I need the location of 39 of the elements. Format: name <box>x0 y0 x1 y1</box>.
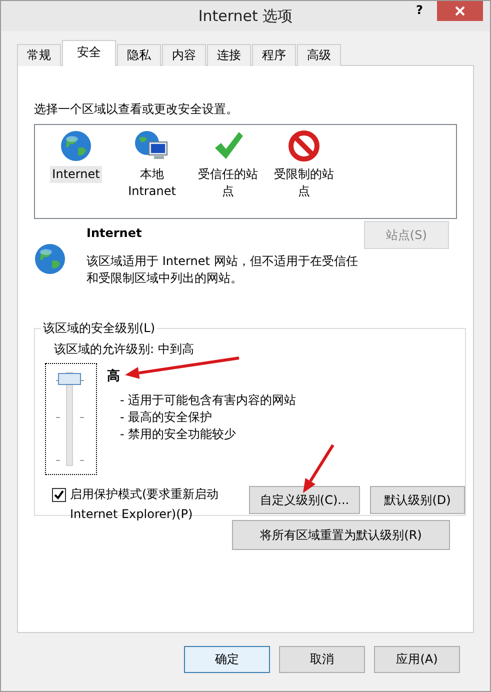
slider-thumb[interactable] <box>58 373 81 385</box>
dialog-button[interactable]: 取消 <box>279 646 365 673</box>
zone-name: Internet <box>86 225 143 241</box>
instruction-text: 选择一个区域以查看或更改安全设置。 <box>34 102 238 116</box>
tab[interactable]: 隐私 <box>117 44 161 66</box>
security-level-slider[interactable] <box>45 363 97 475</box>
tab[interactable]: 内容 <box>162 44 206 66</box>
custom-level-button[interactable]: 自定义级别(C)... <box>249 486 360 514</box>
globe-icon <box>34 243 66 275</box>
dialog-button[interactable]: 确定 <box>184 646 270 673</box>
globe-icon <box>60 130 92 162</box>
tab[interactable]: 常规 <box>17 44 61 66</box>
protected-mode-checkbox[interactable] <box>52 488 66 502</box>
dialog-button[interactable]: 应用(A) <box>374 646 460 673</box>
zone-description: 该区域适用于 Internet 网站，但不适用于在受信任和受限制区域中列出的网站。 <box>86 253 359 287</box>
checkbox-label: 启用保护模式(要求重新启动 Internet Explorer)(P) <box>70 486 220 523</box>
zone-item[interactable]: Internet <box>50 166 102 183</box>
zone-item[interactable]: 本地 Intranet <box>119 166 185 200</box>
zone-item[interactable]: 受信任的站点 <box>195 166 261 200</box>
group-title: 该区域的安全级别(L) <box>42 320 156 337</box>
tab[interactable]: 安全 <box>62 40 116 66</box>
close-button[interactable] <box>437 1 483 21</box>
reset-all-zones-button[interactable]: 将所有区域重置为默认级别(R) <box>232 520 450 550</box>
default-level-button[interactable]: 默认级别(D) <box>370 486 465 514</box>
level-description: - 最高的安全保护 <box>120 409 214 426</box>
window-title: Internet 选项 <box>198 6 293 26</box>
help-button[interactable]: ? <box>416 1 423 17</box>
tab[interactable]: 高级 <box>297 44 341 66</box>
close-icon <box>455 6 465 16</box>
computer-globe-icon <box>134 130 170 162</box>
annotation-arrow <box>303 444 334 493</box>
level-name: 高 <box>107 368 120 385</box>
level-description: - 禁用的安全功能较少 <box>120 426 238 443</box>
tab[interactable]: 程序 <box>252 44 296 66</box>
zone-item[interactable]: 受限制的站点 <box>271 166 337 200</box>
tab[interactable]: 连接 <box>207 44 251 66</box>
no-entry-icon <box>288 130 320 162</box>
level-description: - 适用于可能包含有害内容的网站 <box>120 392 296 409</box>
allowed-levels-text: 该区域的允许级别: 中到高 <box>54 341 194 358</box>
